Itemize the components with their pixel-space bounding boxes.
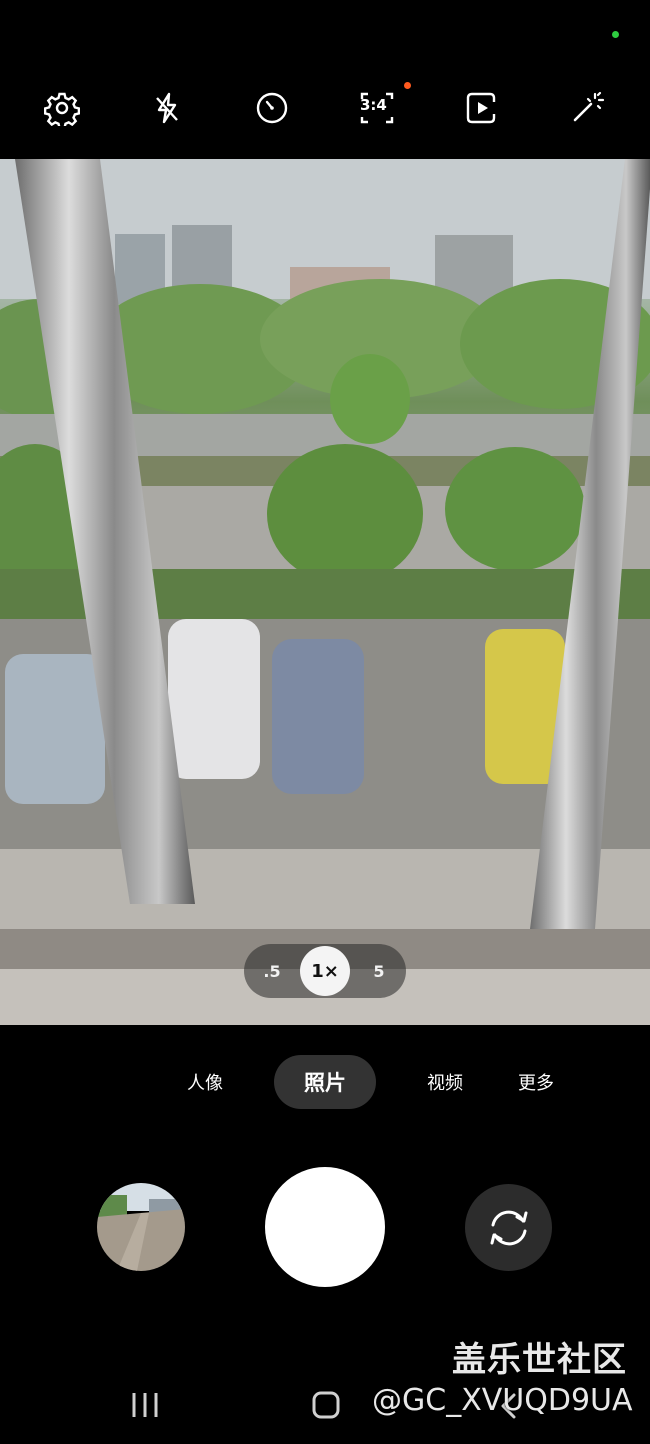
zoom-selector: .5 1× 5 bbox=[244, 944, 406, 998]
timer-button[interactable] bbox=[242, 70, 302, 146]
flash-button[interactable] bbox=[137, 70, 197, 146]
settings-button[interactable] bbox=[32, 70, 92, 146]
home-icon bbox=[312, 1391, 340, 1419]
mode-more[interactable]: 更多 bbox=[501, 1055, 571, 1109]
zoom-option-5[interactable]: 5 bbox=[359, 944, 399, 998]
watermark-handle: @GC_XVUQD9UA bbox=[372, 1383, 633, 1418]
watermark-title: 盖乐世社区 bbox=[452, 1340, 627, 1380]
shutter-button[interactable] bbox=[265, 1167, 385, 1287]
mode-video[interactable]: 视频 bbox=[410, 1055, 480, 1109]
motion-photo-icon bbox=[466, 92, 496, 124]
home-button[interactable] bbox=[311, 1390, 341, 1420]
mode-photo[interactable]: 照片 bbox=[274, 1055, 376, 1109]
recents-button[interactable] bbox=[128, 1390, 164, 1420]
camera-toolbar: 3:4 bbox=[0, 70, 650, 150]
gallery-preview-image bbox=[97, 1183, 185, 1271]
gear-icon bbox=[44, 92, 80, 126]
motion-photo-button[interactable] bbox=[452, 70, 512, 146]
new-badge-dot bbox=[404, 82, 411, 89]
viewfinder-scene bbox=[0, 159, 650, 1025]
recents-icon bbox=[132, 1393, 158, 1417]
aspect-ratio-button[interactable]: 3:4 bbox=[347, 70, 411, 146]
aspect-ratio-label: 3:4 bbox=[360, 96, 387, 114]
mode-portrait[interactable]: 人像 bbox=[170, 1055, 240, 1109]
filters-button[interactable] bbox=[557, 70, 617, 146]
flash-off-icon bbox=[156, 92, 178, 124]
camera-viewfinder[interactable] bbox=[0, 159, 650, 1025]
switch-camera-button[interactable] bbox=[465, 1184, 552, 1271]
zoom-option-0-5[interactable]: .5 bbox=[252, 944, 292, 998]
zoom-option-1x[interactable]: 1× bbox=[300, 946, 350, 996]
switch-camera-icon bbox=[490, 1210, 527, 1245]
camera-mode-selector: 人像 照片 视频 更多 bbox=[0, 1055, 650, 1111]
gallery-thumbnail[interactable] bbox=[97, 1183, 185, 1271]
camera-in-use-indicator bbox=[612, 31, 619, 38]
timer-icon bbox=[256, 92, 288, 124]
magic-wand-icon bbox=[573, 91, 605, 122]
